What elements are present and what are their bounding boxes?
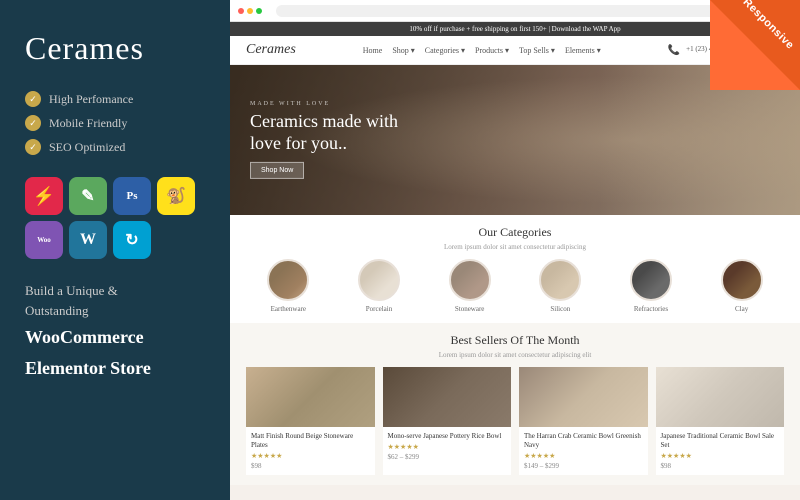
woocommerce-icon: Woo xyxy=(25,221,63,259)
product-card-3[interactable]: The Harran Crab Ceramic Bowl Greenish Na… xyxy=(519,367,648,475)
category-stoneware[interactable]: Stoneware xyxy=(449,259,491,313)
hero-label: MADE WITH LOVE xyxy=(250,101,398,107)
maximize-dot[interactable] xyxy=(256,8,262,14)
site-logo: Cerames xyxy=(246,42,296,58)
responsive-badge: Responsive xyxy=(710,0,800,90)
category-label-refractories: Refractories xyxy=(634,305,668,313)
product-name-3: The Harran Crab Ceramic Bowl Greenish Na… xyxy=(524,432,643,450)
categories-title: Our Categories xyxy=(246,225,784,240)
category-label-stoneware: Stoneware xyxy=(455,305,485,313)
categories-grid: Earthenware Porcelain Stoneware Silicon xyxy=(246,259,784,313)
product-info-4: Japanese Traditional Ceramic Bowl Sale S… xyxy=(656,427,785,475)
minimize-dot[interactable] xyxy=(247,8,253,14)
check-icon-3: ✓ xyxy=(25,139,41,155)
category-circle-porcelain xyxy=(358,259,400,301)
product-card-2[interactable]: Mono-serve Japanese Pottery Rice Bowl ★★… xyxy=(383,367,512,475)
category-label-earthenware: Earthenware xyxy=(271,305,306,313)
feature-item-1: ✓ High Perfomance xyxy=(25,91,205,107)
product-image-1 xyxy=(246,367,375,427)
nav-shop[interactable]: Shop ▾ xyxy=(392,46,414,55)
refresh-icon: ↻ xyxy=(113,221,151,259)
plugin-icons-row: ⚡ ✎ Ps 🐒 Woo W ↻ xyxy=(25,177,205,259)
responsive-label: Responsive xyxy=(741,0,797,52)
check-icon-1: ✓ xyxy=(25,91,41,107)
feature-item-3: ✓ SEO Optimized xyxy=(25,139,205,155)
hero-shop-button[interactable]: Shop Now xyxy=(250,162,304,179)
product-stars-1: ★★★★★ xyxy=(251,452,370,460)
product-price-3: $149 – $299 xyxy=(524,462,643,470)
bestsellers-subtitle: Lorem ipsum dolor sit amet consectetur a… xyxy=(246,351,784,359)
product-price-2: $62 – $299 xyxy=(388,453,507,461)
scroll-content: MADE WITH LOVE Ceramics made withlove fo… xyxy=(230,65,800,500)
elementor-icon: ⚡ xyxy=(25,177,63,215)
brand-title: Cerames xyxy=(25,30,205,67)
product-name-2: Mono-serve Japanese Pottery Rice Bowl xyxy=(388,432,507,441)
product-info-2: Mono-serve Japanese Pottery Rice Bowl ★★… xyxy=(383,427,512,466)
address-bar[interactable] xyxy=(276,5,784,17)
phone-icon: 📞 xyxy=(668,45,680,56)
photoshop-icon: Ps xyxy=(113,177,151,215)
nav-categories[interactable]: Categories ▾ xyxy=(425,46,465,55)
categories-section: Our Categories Lorem ipsum dolor sit ame… xyxy=(230,215,800,323)
category-earthenware[interactable]: Earthenware xyxy=(267,259,309,313)
hero-text-block: MADE WITH LOVE Ceramics made withlove fo… xyxy=(250,101,398,179)
category-circle-silicon xyxy=(539,259,581,301)
category-circle-earthenware xyxy=(267,259,309,301)
product-info-3: The Harran Crab Ceramic Bowl Greenish Na… xyxy=(519,427,648,475)
category-refractories[interactable]: Refractories xyxy=(630,259,672,313)
nav-home[interactable]: Home xyxy=(363,46,383,55)
mailchimp-icon: 🐒 xyxy=(157,177,195,215)
feature-list: ✓ High Perfomance ✓ Mobile Friendly ✓ SE… xyxy=(25,91,205,155)
close-dot[interactable] xyxy=(238,8,244,14)
category-label-clay: Clay xyxy=(735,305,748,313)
product-price-4: $98 xyxy=(661,462,780,470)
product-name-1: Matt Finish Round Beige Stoneware Plates xyxy=(251,432,370,450)
product-info-1: Matt Finish Round Beige Stoneware Plates… xyxy=(246,427,375,475)
category-circle-stoneware xyxy=(449,259,491,301)
description-text: Build a Unique & Outstanding WooCommerce… xyxy=(25,281,205,382)
check-icon-2: ✓ xyxy=(25,115,41,131)
product-stars-4: ★★★★★ xyxy=(661,452,780,460)
nav-top-sells[interactable]: Top Sells ▾ xyxy=(519,46,555,55)
wordpress-icon: W xyxy=(69,221,107,259)
product-stars-2: ★★★★★ xyxy=(388,443,507,451)
product-stars-3: ★★★★★ xyxy=(524,452,643,460)
website-content: 10% off if purchase + free shipping on f… xyxy=(230,22,800,500)
nav-products[interactable]: Products ▾ xyxy=(475,46,509,55)
product-image-3 xyxy=(519,367,648,427)
hero-title: Ceramics made withlove for you.. xyxy=(250,111,398,154)
bestsellers-title: Best Sellers Of The Month xyxy=(246,333,784,348)
nav-elements[interactable]: Elements ▾ xyxy=(565,46,601,55)
product-price-1: $98 xyxy=(251,462,370,470)
category-porcelain[interactable]: Porcelain xyxy=(358,259,400,313)
products-grid: Matt Finish Round Beige Stoneware Plates… xyxy=(246,367,784,475)
browser-dots xyxy=(238,8,262,14)
product-image-2 xyxy=(383,367,512,427)
category-clay[interactable]: Clay xyxy=(721,259,763,313)
feature-item-2: ✓ Mobile Friendly xyxy=(25,115,205,131)
categories-subtitle: Lorem ipsum dolor sit amet consectetur a… xyxy=(246,243,784,251)
left-panel: Cerames ✓ High Perfomance ✓ Mobile Frien… xyxy=(0,0,230,500)
site-nav: Home Shop ▾ Categories ▾ Products ▾ Top … xyxy=(363,46,601,55)
editor-icon: ✎ xyxy=(69,177,107,215)
product-card-1[interactable]: Matt Finish Round Beige Stoneware Plates… xyxy=(246,367,375,475)
category-silicon[interactable]: Silicon xyxy=(539,259,581,313)
category-label-silicon: Silicon xyxy=(550,305,570,313)
bestsellers-section: Best Sellers Of The Month Lorem ipsum do… xyxy=(230,323,800,485)
product-name-4: Japanese Traditional Ceramic Bowl Sale S… xyxy=(661,432,780,450)
category-circle-clay xyxy=(721,259,763,301)
product-card-4[interactable]: Japanese Traditional Ceramic Bowl Sale S… xyxy=(656,367,785,475)
category-circle-refractories xyxy=(630,259,672,301)
category-label-porcelain: Porcelain xyxy=(366,305,392,313)
product-image-4 xyxy=(656,367,785,427)
